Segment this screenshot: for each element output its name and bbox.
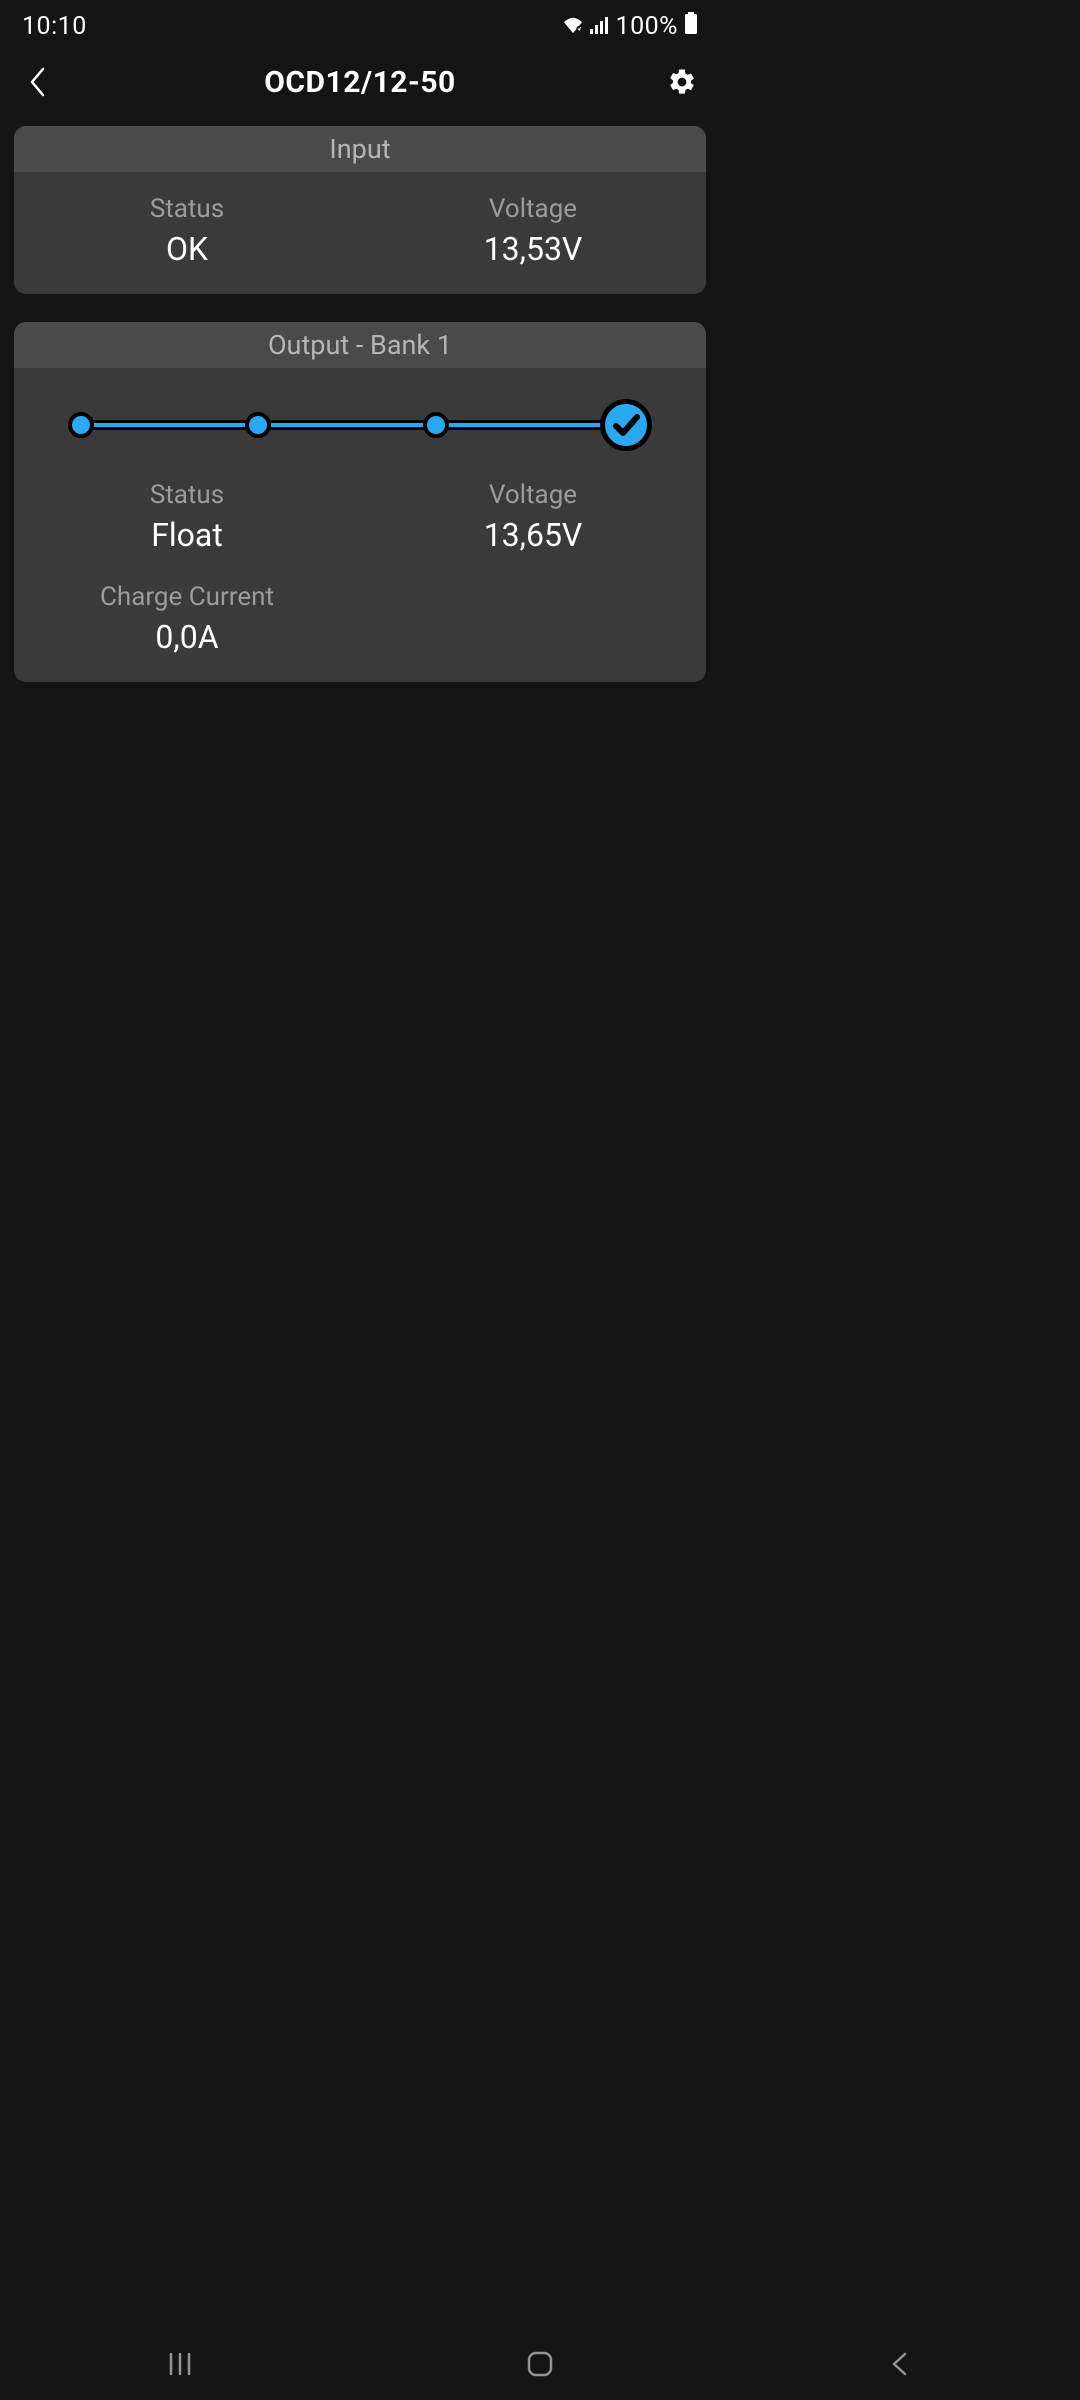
- charge-stage-stepper: [14, 392, 706, 480]
- output-voltage-cell: Voltage 13,65V: [360, 480, 706, 554]
- output-current-label: Charge Current: [14, 582, 360, 612]
- input-voltage-value: 13,53V: [360, 230, 706, 268]
- settings-button[interactable]: [662, 62, 702, 102]
- stepper-node-final: [600, 399, 652, 451]
- input-status-cell: Status OK: [14, 194, 360, 268]
- output-current-value: 0,0A: [14, 618, 360, 656]
- android-nav-bar: [0, 2328, 1080, 2400]
- stepper-node-2: [245, 412, 271, 438]
- input-card: Input Status OK Voltage 13,53V: [14, 126, 706, 294]
- output-status-label: Status: [14, 480, 360, 510]
- output-status-cell: Status Float: [14, 480, 360, 554]
- input-status-value: OK: [14, 230, 360, 268]
- output-voltage-value: 13,65V: [360, 516, 706, 554]
- input-card-title: Input: [14, 126, 706, 172]
- check-icon: [610, 409, 642, 441]
- output-current-cell: Charge Current 0,0A: [14, 582, 360, 656]
- input-status-label: Status: [14, 194, 360, 224]
- page-title: OCD12/12-50: [264, 65, 456, 100]
- nav-recents-button[interactable]: [140, 2344, 220, 2384]
- gear-icon: [667, 67, 697, 97]
- stepper-node-1: [68, 412, 94, 438]
- output-card-title: Output - Bank 1: [14, 322, 706, 368]
- stepper-node-3: [423, 412, 449, 438]
- battery-percent: 100%: [616, 12, 678, 41]
- nav-home-button[interactable]: [500, 2344, 580, 2384]
- input-voltage-cell: Voltage 13,53V: [360, 194, 706, 268]
- status-time: 10:10: [22, 12, 87, 41]
- android-status-bar: 10:10 100%: [0, 0, 720, 52]
- output-status-value: Float: [14, 516, 360, 554]
- content-area: Input Status OK Voltage 13,53V Output - …: [0, 112, 720, 724]
- wifi-icon: [562, 12, 584, 41]
- battery-icon: [684, 12, 698, 41]
- back-button[interactable]: [18, 62, 58, 102]
- output-card: Output - Bank 1: [14, 322, 706, 682]
- signal-icon: [590, 12, 610, 41]
- output-voltage-label: Voltage: [360, 480, 706, 510]
- status-right-group: 100%: [562, 12, 698, 41]
- app-header: OCD12/12-50: [0, 52, 720, 112]
- nav-back-button[interactable]: [860, 2344, 940, 2384]
- input-voltage-label: Voltage: [360, 194, 706, 224]
